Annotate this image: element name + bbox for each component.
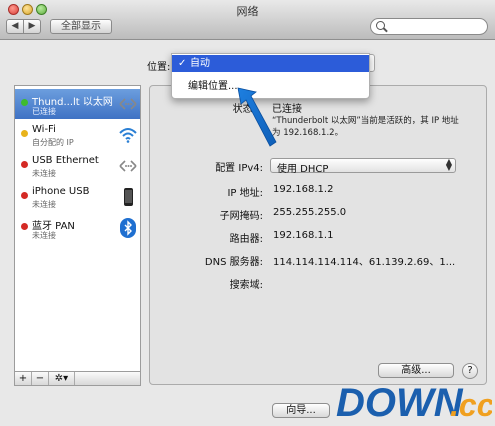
subnet-mask-value: 255.255.255.0 [273,207,347,218]
dns-server-label: DNS 服务器: [204,257,263,268]
search-input[interactable] [389,19,481,34]
down-cc-watermark-logo: DOWN .cc [336,381,492,424]
gear-menu-button[interactable]: ✲▾ [49,372,75,385]
checkmark-icon: ✓ [178,58,187,69]
annotation-arrow-icon [237,87,277,147]
wifi-icon [118,125,138,145]
watermark-suffix-text: .cc [450,387,492,423]
watermark-main-text: DOWN [336,381,464,424]
iphone-icon [118,187,138,207]
service-list-toolbar: + − ✲▾ [14,371,141,386]
status-dot-icon [21,223,28,230]
forward-button[interactable]: ▶ [23,19,41,34]
service-status: 未连接 [32,200,56,209]
configure-ipv4-value: 使用 DHCP [277,164,329,175]
status-dot-icon [21,99,28,106]
show-all-button[interactable]: 全部显示 [50,19,112,34]
add-service-button[interactable]: + [15,372,32,385]
service-item[interactable]: 蓝牙 PAN 未连接 [15,213,140,243]
location-option-auto[interactable]: ✓ 自动 [172,55,369,72]
service-name: Wi-Fi [32,124,56,135]
bluetooth-icon [118,218,138,238]
service-status: 已连接 [32,107,56,116]
location-option-auto-label: 自动 [190,58,210,69]
service-item[interactable]: USB Ethernet 未连接 [15,151,140,181]
dns-server-value: 114.114.114.114、61.139.2.69、1... [273,257,456,268]
ethernet-icon [118,156,138,176]
router-label: 路由器: [229,234,263,245]
service-name: iPhone USB [32,186,90,197]
ip-address-value: 192.168.1.2 [273,184,334,195]
service-item[interactable]: iPhone USB 未连接 [15,182,140,212]
status-dot-icon [21,161,28,168]
search-icon [376,21,385,30]
service-status: 自分配的 IP [32,138,74,147]
remove-service-button[interactable]: − [32,372,49,385]
router-value: 192.168.1.1 [273,230,334,241]
status-dot-icon [21,130,28,137]
location-label: 位置: [147,62,171,73]
subnet-mask-label: 子网掩码: [219,211,263,222]
search-domain-label: 搜索域: [229,280,263,291]
back-button[interactable]: ◀ [6,19,24,34]
window-title: 网络 [236,5,259,18]
service-name: USB Ethernet [32,155,99,166]
service-item[interactable]: Wi-Fi 自分配的 IP [15,120,140,150]
service-status: 未连接 [32,169,56,178]
service-item[interactable]: Thund...lt 以太网 已连接 [15,89,140,119]
ethernet-icon [118,94,138,114]
service-status: 未连接 [32,231,56,240]
assistant-button[interactable]: 向导... [272,403,330,418]
status-dot-icon [21,192,28,199]
ip-address-label: IP 地址: [227,188,263,199]
title-bar: 网络 ◀ ▶ 全部显示 [0,0,495,40]
search-field[interactable] [370,18,488,35]
select-arrows-icon: ▲ ▼ [445,157,452,172]
